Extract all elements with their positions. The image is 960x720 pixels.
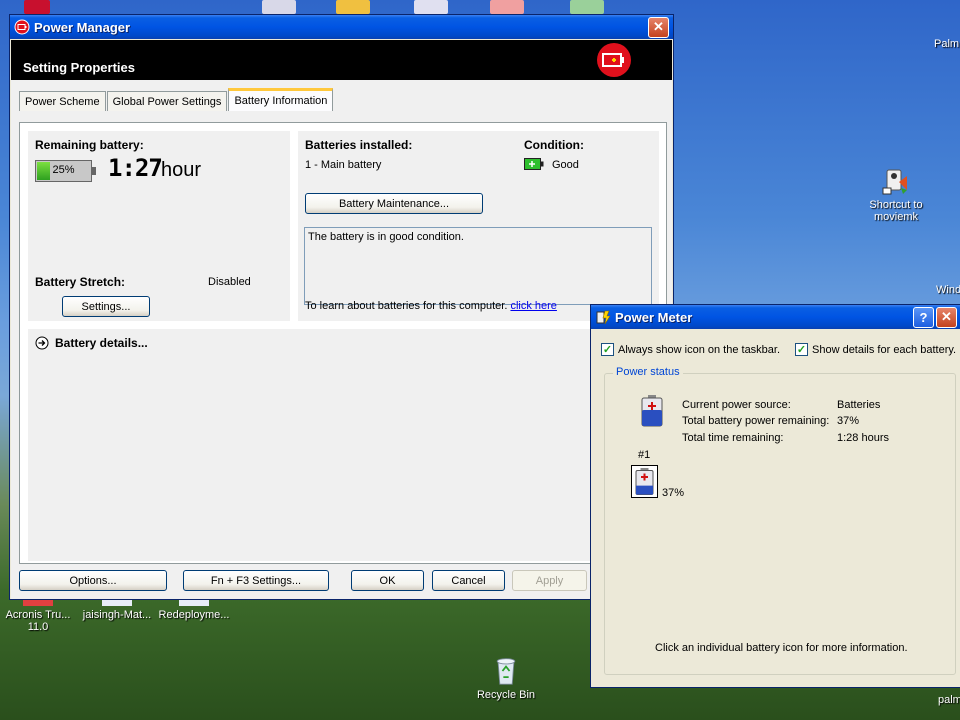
battery-gauge-nub [92, 167, 96, 175]
total-battery-remaining-label: Total battery power remaining: [682, 415, 830, 427]
battery-maintenance-button[interactable]: Battery Maintenance... [305, 193, 483, 214]
battery-1-icon[interactable] [631, 465, 658, 498]
tab-battery-information[interactable]: Battery Information [228, 88, 334, 111]
tab-power-scheme[interactable]: Power Scheme [19, 91, 106, 111]
desktop-icon-palm-bottom[interactable]: palm [938, 694, 960, 706]
power-manager-titlebar[interactable]: Power Manager ✕ [10, 15, 673, 39]
power-manager-icon [14, 19, 30, 35]
desktop-icon-moviemk[interactable]: Shortcut to moviemk [854, 166, 938, 223]
total-time-remaining-value: 1:28 hours [837, 432, 889, 444]
desktop-icon-palm[interactable]: Palm [934, 38, 960, 50]
tab-label: Power Scheme [25, 95, 100, 108]
movie-maker-icon [882, 169, 907, 195]
battery-gauge: 25% [35, 160, 96, 182]
tab-global-power-settings[interactable]: Global Power Settings [106, 91, 228, 111]
current-power-source-label: Current power source: [682, 399, 791, 411]
show-details-checkbox[interactable]: ✓ Show details for each battery. [795, 343, 956, 356]
remaining-battery-group: Remaining battery: 25% 1:27 hour Battery… [28, 131, 290, 321]
batteries-installed-group: Batteries installed: 1 - Main battery Co… [298, 131, 659, 321]
tab-label: Battery Information [234, 95, 328, 107]
desktop-icon-label: jaisingh-Mat... [82, 609, 152, 621]
power-manager-body: Power Scheme Global Power Settings Batte… [11, 80, 672, 599]
battery-level-icon [635, 468, 654, 495]
battery-details-expander[interactable]: Battery details... [35, 336, 148, 350]
window-title: Power Meter [615, 309, 693, 325]
battery-good-icon [524, 158, 544, 170]
fn-f3-settings-button[interactable]: Fn + F3 Settings... [183, 570, 329, 591]
learn-text: To learn about batteries for this comput… [305, 300, 508, 312]
recycle-bin-icon [496, 658, 516, 685]
desktop-icon-label: Recycle Bin [476, 689, 536, 701]
close-button[interactable]: ✕ [936, 306, 957, 328]
total-time-remaining-label: Total time remaining: [682, 432, 784, 444]
desktop-icon-label: Wind [936, 284, 960, 296]
header-title: Setting Properties [23, 60, 135, 75]
tab-label: Global Power Settings [112, 95, 222, 108]
expand-arrow-icon [35, 336, 49, 350]
partial-desktop-icon[interactable] [490, 0, 524, 14]
close-icon: ✕ [941, 309, 952, 324]
battery-information-panel: Remaining battery: 25% 1:27 hour Battery… [19, 122, 667, 564]
options-button[interactable]: Options... [19, 570, 167, 591]
checkbox-label: Always show icon on the taskbar. [618, 343, 781, 356]
power-meter-window: Power Meter ? ✕ ✓ Always show icon on th… [590, 304, 960, 688]
desktop-icon-label: Acronis Tru... 11.0 [5, 609, 71, 633]
partial-desktop-icon[interactable] [24, 0, 50, 14]
remaining-time-unit: hour [161, 159, 202, 181]
battery-stretch-label: Battery Stretch: [35, 275, 126, 289]
tab-strip: Power Scheme Global Power Settings Batte… [19, 88, 334, 111]
desktop-icon-recycle-bin[interactable]: Recycle Bin [464, 656, 548, 701]
checkmark-icon: ✓ [601, 343, 614, 356]
apply-button[interactable]: Apply [512, 570, 587, 591]
cancel-button[interactable]: Cancel [432, 570, 505, 591]
batteries-installed-value: 1 - Main battery [305, 159, 382, 171]
always-show-icon-checkbox[interactable]: ✓ Always show icon on the taskbar. [601, 343, 780, 356]
battery-number: #1 [638, 449, 651, 461]
remaining-time: 1:27 [108, 154, 163, 182]
click-here-link[interactable]: click here [510, 300, 556, 312]
close-icon: ✕ [653, 19, 664, 34]
battery-1-percent: 37% [662, 487, 685, 499]
partial-desktop-icon[interactable] [336, 0, 370, 14]
partial-desktop-icon[interactable] [262, 0, 296, 14]
stretch-settings-button[interactable]: Settings... [62, 296, 150, 317]
battery-stretch-value: Disabled [208, 276, 251, 288]
battery-details-group: Battery details... [28, 329, 659, 561]
battery-status-box: The battery is in good condition. [304, 227, 652, 305]
condition-value: Good [552, 159, 579, 171]
power-status-group: Power status Current power source: Batte… [604, 366, 956, 675]
remaining-battery-label: Remaining battery: [35, 138, 144, 152]
checkbox-label: Show details for each battery. [812, 343, 957, 356]
ok-button[interactable]: OK [351, 570, 424, 591]
condition-label: Condition: [524, 138, 584, 152]
batteries-installed-label: Batteries installed: [305, 138, 413, 152]
partial-desktop-icon[interactable] [570, 0, 604, 14]
partial-desktop-icon[interactable] [414, 0, 448, 14]
power-meter-body: ✓ Always show icon on the taskbar. ✓ Sho… [592, 330, 960, 687]
learn-about-batteries: To learn about batteries for this comput… [305, 300, 557, 312]
power-meter-icon [596, 310, 611, 325]
battery-details-label: Battery details... [55, 336, 148, 350]
desktop-icon-label: Redeployme... [158, 609, 230, 621]
battery-status-text: The battery is in good condition. [308, 231, 464, 243]
desktop-icon-label: palm [938, 694, 960, 706]
battery-header-icon [597, 43, 631, 77]
total-battery-remaining-value: 37% [837, 415, 860, 427]
checkmark-icon: ✓ [795, 343, 808, 356]
battery-percent: 25% [52, 164, 75, 176]
battery-click-hint: Click an individual battery icon for mor… [655, 642, 908, 654]
current-power-source-value: Batteries [837, 399, 881, 411]
help-button[interactable]: ? [913, 306, 934, 328]
desktop-icon-label: Shortcut to moviemk [869, 199, 923, 223]
power-status-legend: Power status [613, 366, 683, 378]
window-title: Power Manager [34, 19, 131, 35]
power-manager-window: Power Manager ✕ Setting Properties Power… [9, 14, 674, 600]
battery-source-icon [641, 395, 663, 427]
close-button[interactable]: ✕ [648, 16, 669, 38]
settings-header: Setting Properties [11, 40, 672, 80]
desktop-icon-label: Palm [934, 38, 960, 50]
help-icon: ? [919, 309, 928, 325]
desktop-icon-wind[interactable]: Wind [936, 284, 960, 296]
power-meter-titlebar[interactable]: Power Meter ? ✕ [591, 305, 960, 329]
